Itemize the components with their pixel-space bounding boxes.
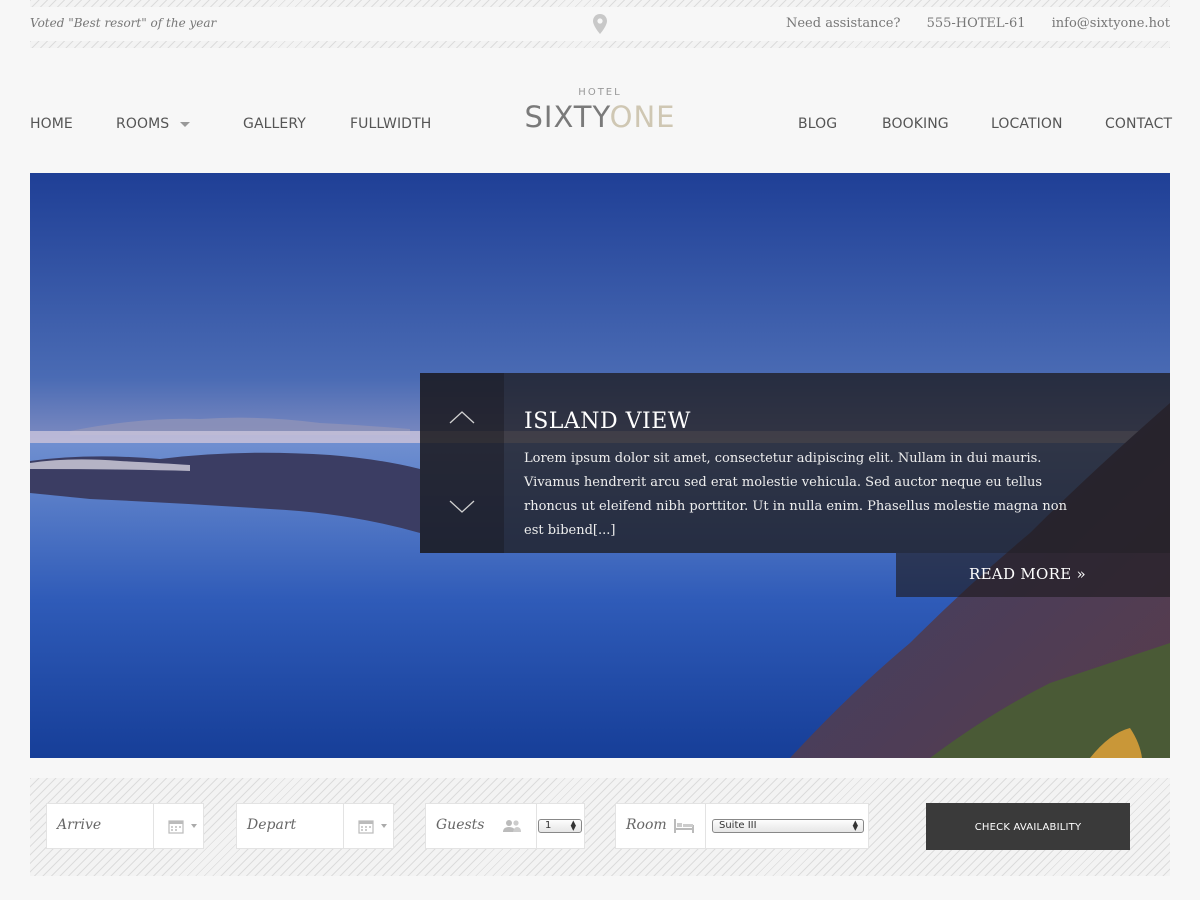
guests-select[interactable]: 1 ▲ ▼ — [538, 819, 582, 833]
chevron-up-icon[interactable] — [448, 409, 476, 425]
top-bar-stripe-top — [30, 0, 1170, 7]
nav-fullwidth[interactable]: FULLWIDTH — [350, 116, 431, 132]
depart-label: Depart — [247, 817, 297, 833]
calendar-icon[interactable] — [168, 818, 184, 834]
nav-rooms[interactable]: ROOMS — [116, 116, 169, 132]
guests-field: Guests 1 ▲ ▼ — [425, 803, 585, 849]
top-bar-stripe-bottom — [30, 41, 1170, 48]
logo-wordmark: SIXTYONE — [515, 100, 685, 134]
chevron-down-icon[interactable] — [191, 824, 197, 828]
room-select[interactable]: Suite III ▲ ▼ — [712, 819, 864, 833]
nav-location[interactable]: LOCATION — [991, 116, 1063, 132]
assistance-text: Need assistance? — [785, 16, 901, 31]
slide-arrows — [420, 373, 504, 553]
site-logo[interactable]: HOTEL SIXTYONE — [515, 86, 685, 138]
guests-icon — [503, 820, 521, 832]
chevron-down-icon[interactable] — [180, 122, 190, 127]
slide-text: Lorem ipsum dolor sit amet, consectetur … — [524, 451, 1068, 538]
guests-select-value: 1 — [545, 820, 552, 831]
read-more-label: READ MORE » — [968, 565, 1086, 583]
logo-part-2: ONE — [609, 100, 676, 134]
select-arrows-icon: ▲ ▼ — [852, 819, 858, 832]
slide-caption: ISLAND VIEW Lorem ipsum dolor sit amet, … — [420, 373, 1170, 553]
room-select-value: Suite III — [719, 820, 757, 831]
hero-slider: ISLAND VIEW Lorem ipsum dolor sit amet, … — [30, 173, 1170, 758]
read-more-button[interactable]: READ MORE » — [896, 553, 1170, 597]
field-divider — [536, 804, 537, 848]
field-divider — [705, 804, 706, 848]
tagline: Voted "Best resort" of the year — [30, 16, 217, 30]
depart-field[interactable]: Depart — [236, 803, 394, 849]
room-field: Room Suite III ▲ ▼ — [615, 803, 869, 849]
room-label: Room — [626, 817, 667, 833]
chevron-down-icon[interactable] — [448, 499, 476, 515]
arrive-field[interactable]: Arrive — [46, 803, 204, 849]
slide-title: ISLAND VIEW — [524, 409, 691, 434]
chevron-down-icon[interactable] — [381, 824, 387, 828]
logo-hotel-text: HOTEL — [578, 87, 622, 98]
nav-booking[interactable]: BOOKING — [882, 116, 949, 132]
top-bar: Voted "Best resort" of the year Need ass… — [30, 0, 1170, 48]
logo-part-1: SIXTY — [524, 100, 610, 134]
calendar-icon[interactable] — [358, 818, 374, 834]
check-availability-button[interactable]: CHECK AVAILABILITY — [926, 803, 1130, 850]
nav-home[interactable]: HOME — [30, 116, 73, 132]
nav-blog[interactable]: BLOG — [798, 116, 837, 132]
nav-contact[interactable]: CONTACT — [1105, 116, 1172, 132]
phone-number[interactable]: 555-HOTEL-61 — [927, 16, 1026, 31]
booking-bar: Arrive Depart Guests 1 ▲ ▼ Room Suite II… — [30, 778, 1170, 876]
email-link[interactable]: info@sixtyone.hot — [1052, 16, 1170, 31]
map-pin-icon[interactable] — [593, 14, 607, 34]
contact-info: Need assistance? 555-HOTEL-61 info@sixty… — [764, 16, 1170, 31]
select-arrows-icon: ▲ ▼ — [570, 819, 576, 832]
nav-gallery[interactable]: GALLERY — [243, 116, 306, 132]
arrive-label: Arrive — [57, 817, 102, 833]
field-divider — [343, 804, 344, 848]
guests-label: Guests — [436, 817, 485, 833]
bed-icon — [674, 819, 694, 833]
field-divider — [153, 804, 154, 848]
